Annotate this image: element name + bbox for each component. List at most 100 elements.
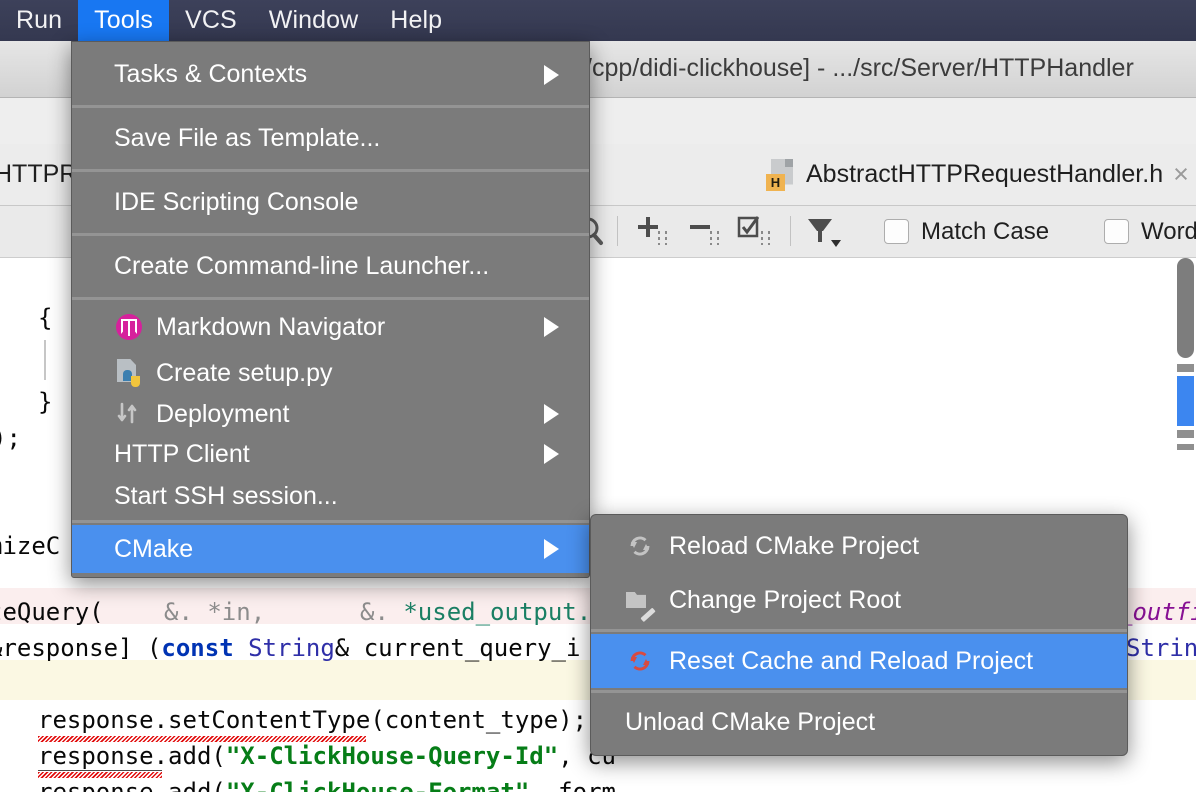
chevron-right-icon: [544, 404, 559, 424]
menu-item-label: Save File as Template...: [114, 124, 381, 152]
window-title: /cpp/didi-clickhouse] - .../src/Server/H…: [585, 54, 1134, 82]
menu-item-label: Reload CMake Project: [669, 531, 920, 560]
menu-item-cmake[interactable]: CMake: [72, 525, 589, 573]
cmake-submenu-popup[interactable]: Reload CMake Project Change Project Root…: [590, 514, 1128, 756]
code-line: &response] (const String& current_query_…: [0, 634, 581, 662]
partial-editor-tab[interactable]: HTTPRe: [0, 144, 91, 206]
menu-item-reset-cache-and-reload-project[interactable]: Reset Cache and Reload Project: [591, 634, 1127, 688]
menu-item-create-setup-py[interactable]: Create setup.py: [72, 352, 589, 394]
menu-bar-label: VCS: [185, 6, 237, 34]
code-line: {: [38, 304, 53, 332]
add-selection-icon[interactable]: [634, 206, 674, 257]
menu-item-label: Reset Cache and Reload Project: [669, 646, 1034, 675]
menu-bar-item-run[interactable]: Run: [0, 0, 78, 41]
menu-separator: [72, 233, 589, 236]
code-line: }: [38, 388, 53, 416]
h-file-icon: H: [766, 158, 796, 191]
scrollbar-marker: [1177, 444, 1194, 450]
code-line: response.add("X-ClickHouse-Query-Id", cu: [38, 742, 616, 770]
scrollbar-thumb[interactable]: [1177, 258, 1194, 358]
menu-item-label: Change Project Root: [669, 585, 902, 614]
h-file-badge: H: [766, 173, 785, 191]
menu-item-label: IDE Scripting Console: [114, 188, 359, 216]
menu-item-ide-scripting-console[interactable]: IDE Scripting Console: [72, 174, 589, 231]
tools-menu-popup[interactable]: Tasks & Contexts Save File as Template..…: [71, 41, 590, 578]
menu-bar-item-tools[interactable]: Tools: [78, 0, 170, 41]
words-label: Words: [1141, 217, 1196, 245]
refresh-gray-icon: [625, 531, 655, 561]
menu-item-label: Create Command-line Launcher...: [114, 252, 490, 280]
menu-item-label: Create setup.py: [156, 358, 333, 387]
code-line: mizeC: [0, 532, 61, 560]
menu-bar-item-vcs[interactable]: VCS: [169, 0, 253, 41]
menu-separator: [72, 105, 589, 108]
scrollbar-marker: [1177, 430, 1194, 438]
deployment-icon: [114, 399, 144, 429]
menu-item-tasks-and-contexts[interactable]: Tasks & Contexts: [72, 46, 589, 103]
editor-tab-label: AbstractHTTPRequestHandler.h: [806, 160, 1164, 188]
menu-bar-label: Tools: [94, 6, 154, 34]
match-case-label: Match Case: [921, 217, 1050, 245]
menu-item-save-file-as-template[interactable]: Save File as Template...: [72, 110, 589, 167]
menu-separator: [591, 629, 1127, 632]
chevron-right-icon: [544, 539, 559, 559]
menu-bar-label: Run: [16, 6, 63, 34]
code-token: & current_query_i: [334, 634, 581, 662]
python-file-icon: [114, 358, 144, 388]
indent-guide: [44, 340, 46, 380]
chevron-right-icon: [544, 64, 559, 85]
menu-item-deployment[interactable]: Deployment: [72, 394, 589, 434]
code-token: "X-ClickHouse-Format": [225, 778, 530, 792]
markdown-navigator-icon: [114, 312, 144, 342]
scrollbar-marker: [1177, 364, 1194, 372]
match-case-checkbox[interactable]: Match Case: [884, 206, 1049, 257]
select-all-occurrences-icon[interactable]: [736, 206, 780, 257]
code-token: const: [161, 634, 234, 662]
code-token: teQuery(: [0, 598, 104, 626]
words-checkbox[interactable]: Words: [1104, 206, 1196, 257]
menu-bar-item-window[interactable]: Window: [253, 0, 375, 41]
scrollbar-marker-selection: [1177, 376, 1194, 426]
editor-tab-abstracthttprequesthandler-h[interactable]: H AbstractHTTPRequestHandler.h ×: [766, 144, 1189, 205]
menu-separator: [72, 169, 589, 172]
close-icon[interactable]: ×: [1173, 161, 1189, 188]
code-token: "X-ClickHouse-Query-Id": [225, 742, 559, 770]
menu-item-label: Unload CMake Project: [625, 707, 876, 736]
menu-item-start-ssh-session[interactable]: Start SSH session...: [72, 474, 589, 518]
code-token: String: [248, 634, 335, 662]
menu-item-unload-cmake-project[interactable]: Unload CMake Project: [591, 695, 1127, 749]
menu-separator: [591, 690, 1127, 693]
menu-item-change-project-root[interactable]: Change Project Root: [591, 573, 1127, 627]
toolbar-divider: [617, 216, 618, 246]
identifier-underline: [38, 770, 162, 771]
menu-item-markdown-navigator[interactable]: Markdown Navigator: [72, 302, 589, 352]
chevron-right-icon: [544, 317, 559, 337]
refresh-red-icon: [625, 646, 655, 676]
menu-bar-item-help[interactable]: Help: [374, 0, 458, 41]
menu-bar-label: Window: [268, 6, 359, 34]
menu-item-label: HTTP Client: [114, 439, 250, 468]
menu-item-reload-cmake-project[interactable]: Reload CMake Project: [591, 519, 1127, 573]
menu-bar: Run Tools VCS Window Help: [0, 0, 1196, 41]
menu-item-label: Deployment: [156, 399, 290, 428]
menu-item-label: Start SSH session...: [114, 481, 338, 510]
menu-bar-label: Help: [390, 6, 443, 34]
code-line: );: [0, 424, 21, 452]
menu-separator: [72, 297, 589, 300]
code-token: , form: [529, 778, 616, 792]
code-token: &. *in,: [164, 598, 266, 626]
code-line: response.setContentType(content_type);: [38, 706, 588, 734]
menu-item-create-command-line-launcher[interactable]: Create Command-line Launcher...: [72, 238, 589, 295]
checkbox-box[interactable]: [1104, 219, 1129, 244]
menu-item-label: Markdown Navigator: [156, 312, 386, 341]
remove-selection-icon[interactable]: [686, 206, 726, 257]
filter-icon[interactable]: [806, 206, 848, 257]
chevron-right-icon: [544, 444, 559, 464]
code-line: teQuery(: [0, 594, 104, 630]
menu-separator: [72, 520, 589, 523]
checkbox-box[interactable]: [884, 219, 909, 244]
code-line: response.add("X-ClickHouse-Format", form: [38, 774, 616, 792]
menu-item-label: CMake: [114, 534, 194, 563]
editor-vertical-scrollbar[interactable]: [1174, 258, 1196, 792]
menu-item-http-client[interactable]: HTTP Client: [72, 434, 589, 474]
